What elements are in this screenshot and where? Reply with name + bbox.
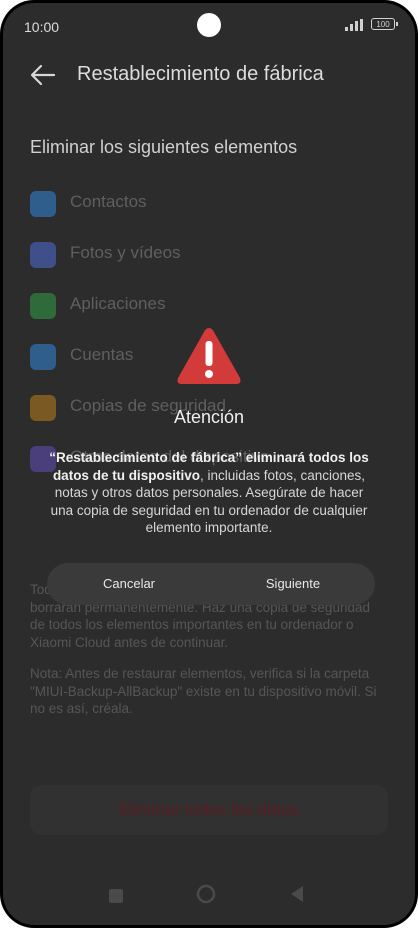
- list-item-label: Aplicaciones: [70, 294, 166, 313]
- status-time: 10:00: [24, 19, 60, 35]
- battery-icon: 100: [371, 18, 398, 30]
- next-button[interactable]: Siguiente: [211, 563, 375, 605]
- contacts-icon: [30, 191, 56, 217]
- signal-icon: [345, 19, 363, 31]
- warning-icon: [177, 328, 241, 384]
- dialog-buttons: Cancelar Siguiente: [47, 563, 375, 605]
- apps-icon: [30, 293, 56, 319]
- page-title: Restablecimiento de fábrica: [77, 63, 324, 85]
- status-bar: 10:00 100: [3, 3, 415, 47]
- photos-icon: [30, 242, 56, 268]
- phone-frame: 10:00 100 Restablecimiento de fábrica El…: [0, 0, 418, 928]
- list-item-label: Fotos y vídeos: [70, 243, 181, 262]
- attention-dialog: Atención “Restablecimiento de fábrica” e…: [3, 319, 415, 619]
- recents-icon[interactable]: [109, 889, 123, 903]
- list-item-contacts: Contactos: [30, 188, 390, 239]
- nav-back-icon[interactable]: [289, 885, 305, 903]
- delete-all-data-button[interactable]: Eliminar todos los datos: [30, 785, 388, 835]
- section-title: Eliminar los siguientes elementos: [30, 137, 298, 157]
- restore-note: Nota: Antes de restaurar elementos, veri…: [30, 666, 377, 716]
- navigation-bar: [3, 877, 415, 925]
- battery-level: 100: [376, 20, 390, 29]
- dialog-title: Atención: [173, 407, 245, 427]
- screen: 10:00 100 Restablecimiento de fábrica El…: [3, 3, 415, 925]
- home-icon[interactable]: [196, 884, 216, 904]
- dialog-message: “Restablecimiento de fábrica” eliminará …: [47, 449, 371, 537]
- cancel-button[interactable]: Cancelar: [47, 563, 211, 605]
- list-item-photos: Fotos y vídeos: [30, 239, 390, 290]
- front-camera: [197, 13, 221, 37]
- list-item-label: Contactos: [70, 192, 147, 211]
- back-arrow-icon[interactable]: [29, 61, 57, 89]
